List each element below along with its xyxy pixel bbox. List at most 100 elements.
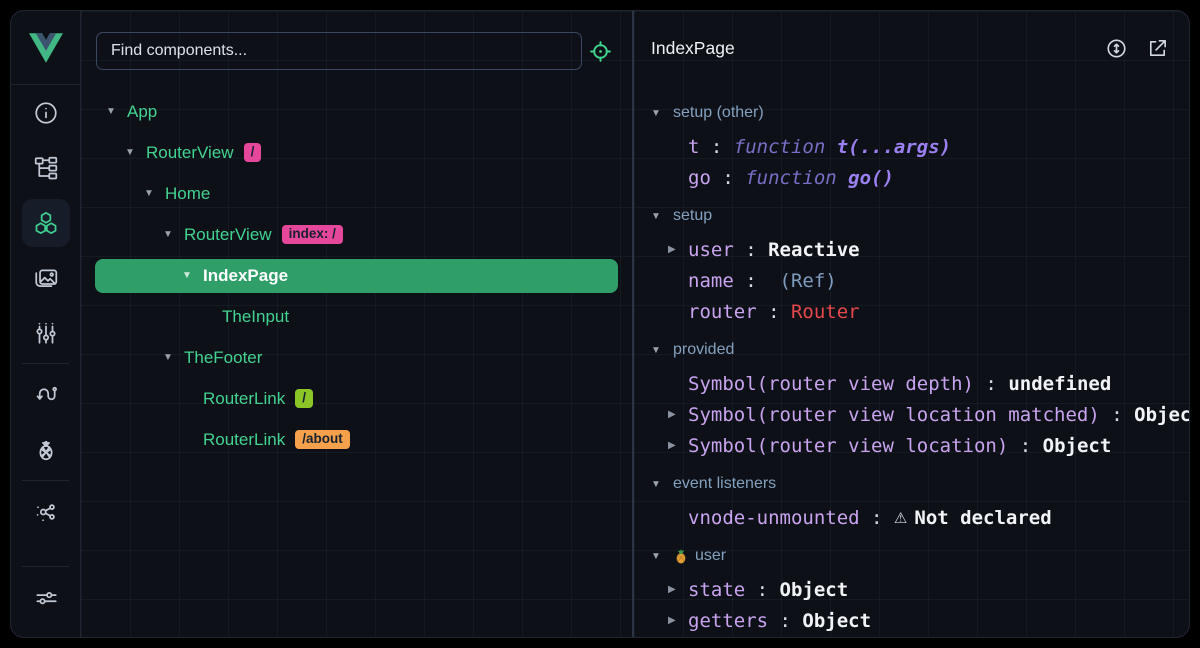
caret-right-icon[interactable]: ▶ — [668, 244, 683, 255]
caret-down-icon[interactable]: ▼ — [651, 211, 666, 222]
crosshair-icon — [589, 40, 612, 63]
state-value: Object — [802, 610, 871, 632]
sidebar-item-overview[interactable] — [11, 85, 80, 140]
sidebar-item-router[interactable] — [11, 367, 80, 422]
key-value-separator: : — [699, 136, 733, 158]
sidebar-item-components[interactable] — [11, 195, 80, 250]
key-value-separator: : — [974, 373, 1008, 395]
state-row-user[interactable]: ▶user : Reactive — [634, 234, 1189, 265]
scroll-to-component-icon — [1105, 37, 1128, 60]
router-hook-icon — [33, 382, 59, 408]
search-input[interactable] — [96, 32, 582, 70]
caret-right-icon[interactable]: ▶ — [668, 409, 683, 420]
caret-down-icon[interactable]: ▼ — [160, 352, 176, 363]
tree-row-routerview[interactable]: ▼ RouterView / — [81, 132, 632, 173]
devtools-app: ▼App▼RouterView/▼Home▼RouterViewindex: /… — [10, 10, 1190, 638]
pinia-pineapple-outline-icon — [33, 437, 59, 463]
settings-sliders-icon — [33, 585, 59, 611]
state-row-symbol-router-view-location-matched[interactable]: ▶Symbol(router view location matched) : … — [634, 399, 1189, 430]
section-header-setup[interactable]: ▼setup — [634, 198, 1189, 234]
key-value-separator: : — [734, 239, 768, 261]
pinia-pineapple-icon — [673, 548, 689, 564]
component-name: TheFooter — [184, 348, 262, 368]
state-value: t(...args) — [837, 136, 951, 158]
section-label: user — [695, 547, 726, 565]
pinia-pineapple-icon — [673, 548, 689, 564]
state-row-vnode-unmounted[interactable]: vnode-unmounted : ⚠Not declared — [634, 502, 1189, 533]
state-sections: ▼setup (other)t : function t(...args)go … — [634, 85, 1189, 637]
caret-right-icon[interactable]: ▶ — [668, 584, 683, 595]
mixer-sliders-icon — [33, 320, 59, 346]
search-row — [81, 11, 632, 70]
scroll-to-component-button[interactable] — [1104, 36, 1128, 60]
state-value: (Ref) — [768, 270, 837, 292]
sidebar-divider — [22, 363, 69, 364]
state-row-router[interactable]: router : Router — [634, 296, 1189, 327]
section-header-setup-other[interactable]: ▼setup (other) — [634, 95, 1189, 131]
tree-row-theinput[interactable]: TheInput — [81, 296, 632, 337]
key-value-separator: : — [734, 270, 768, 292]
state-value: function — [745, 167, 848, 189]
component-name: RouterView — [146, 143, 234, 163]
component-tree-panel: ▼App▼RouterView/▼Home▼RouterViewindex: /… — [81, 11, 634, 637]
caret-down-icon[interactable]: ▼ — [141, 188, 157, 199]
inspect-component-button[interactable] — [582, 33, 618, 69]
tree-row-routerview[interactable]: ▼ RouterView index: / — [81, 214, 632, 255]
state-row-state[interactable]: ▶state : Object — [634, 574, 1189, 605]
state-key: t — [688, 136, 699, 158]
state-row-getters[interactable]: ▶getters : Object — [634, 605, 1189, 636]
state-row-go[interactable]: go : function go() — [634, 162, 1189, 193]
caret-right-icon[interactable]: ▶ — [668, 615, 683, 626]
key-value-separator: : — [768, 610, 802, 632]
sidebar-item-timeline[interactable] — [11, 305, 80, 360]
caret-down-icon[interactable]: ▼ — [179, 270, 195, 281]
state-row-name[interactable]: name : (Ref) — [634, 265, 1189, 296]
sidebar-item-settings[interactable] — [11, 570, 80, 625]
tree-row-routerlink[interactable]: RouterLink/ — [81, 378, 632, 419]
caret-down-icon[interactable]: ▼ — [103, 106, 119, 117]
component-name: TheInput — [222, 307, 289, 327]
state-row-t[interactable]: t : function t(...args) — [634, 131, 1189, 162]
section-label: provided — [673, 341, 734, 359]
key-value-separator: : — [1100, 404, 1134, 426]
state-key: state — [688, 579, 745, 601]
route-badge: index: / — [282, 225, 343, 244]
caret-down-icon[interactable]: ▼ — [122, 147, 138, 158]
selected-component-title: IndexPage — [651, 38, 735, 59]
tree-row-home[interactable]: ▼ Home — [81, 173, 632, 214]
section-header-event-listeners[interactable]: ▼event listeners — [634, 466, 1189, 502]
section-header-user[interactable]: ▼ user — [634, 538, 1189, 574]
state-key: go — [688, 167, 711, 189]
caret-down-icon[interactable]: ▼ — [651, 479, 666, 490]
caret-down-icon[interactable]: ▼ — [651, 345, 666, 356]
section-header-provided[interactable]: ▼ provided — [634, 332, 1189, 368]
caret-down-icon[interactable]: ▼ — [651, 108, 666, 119]
sidebar-divider — [22, 480, 69, 481]
caret-down-icon[interactable]: ▼ — [651, 551, 666, 562]
tree-row-routerlink[interactable]: RouterLink/about — [81, 419, 632, 460]
state-panel-toolbar — [1104, 36, 1169, 60]
tree-row-app[interactable]: ▼App — [81, 91, 632, 132]
images-icon — [33, 265, 59, 291]
caret-right-icon[interactable]: ▶ — [668, 440, 683, 451]
sidebar-item-component-tree[interactable] — [11, 140, 80, 195]
sidebar-item-graph[interactable] — [11, 484, 80, 539]
caret-down-icon[interactable]: ▼ — [160, 229, 176, 240]
state-key: Symbol(router view location matched) — [688, 404, 1100, 426]
tree-row-thefooter[interactable]: ▼ TheFooter — [81, 337, 632, 378]
state-section-provided: ▼ provided Symbol(router view depth) : und… — [634, 332, 1189, 461]
component-name: IndexPage — [203, 266, 288, 286]
state-key: vnode-unmounted — [688, 507, 860, 529]
route-badge: /about — [295, 430, 350, 449]
sidebar-item-pinia[interactable] — [11, 422, 80, 477]
sidebar-item-assets[interactable] — [11, 250, 80, 305]
component-name: RouterView — [184, 225, 272, 245]
route-badge: / — [244, 143, 262, 162]
tree-row-indexpage[interactable]: ▼ IndexPage — [95, 259, 618, 293]
state-row-symbol-router-view-depth[interactable]: Symbol(router view depth) : undefined — [634, 368, 1189, 399]
vue-logo-icon — [29, 33, 63, 63]
component-name: Home — [165, 184, 210, 204]
state-row-symbol-router-view-location[interactable]: ▶Symbol(router view location) : Object — [634, 430, 1189, 461]
open-in-editor-icon — [1146, 37, 1169, 60]
open-in-editor-button[interactable] — [1145, 36, 1169, 60]
